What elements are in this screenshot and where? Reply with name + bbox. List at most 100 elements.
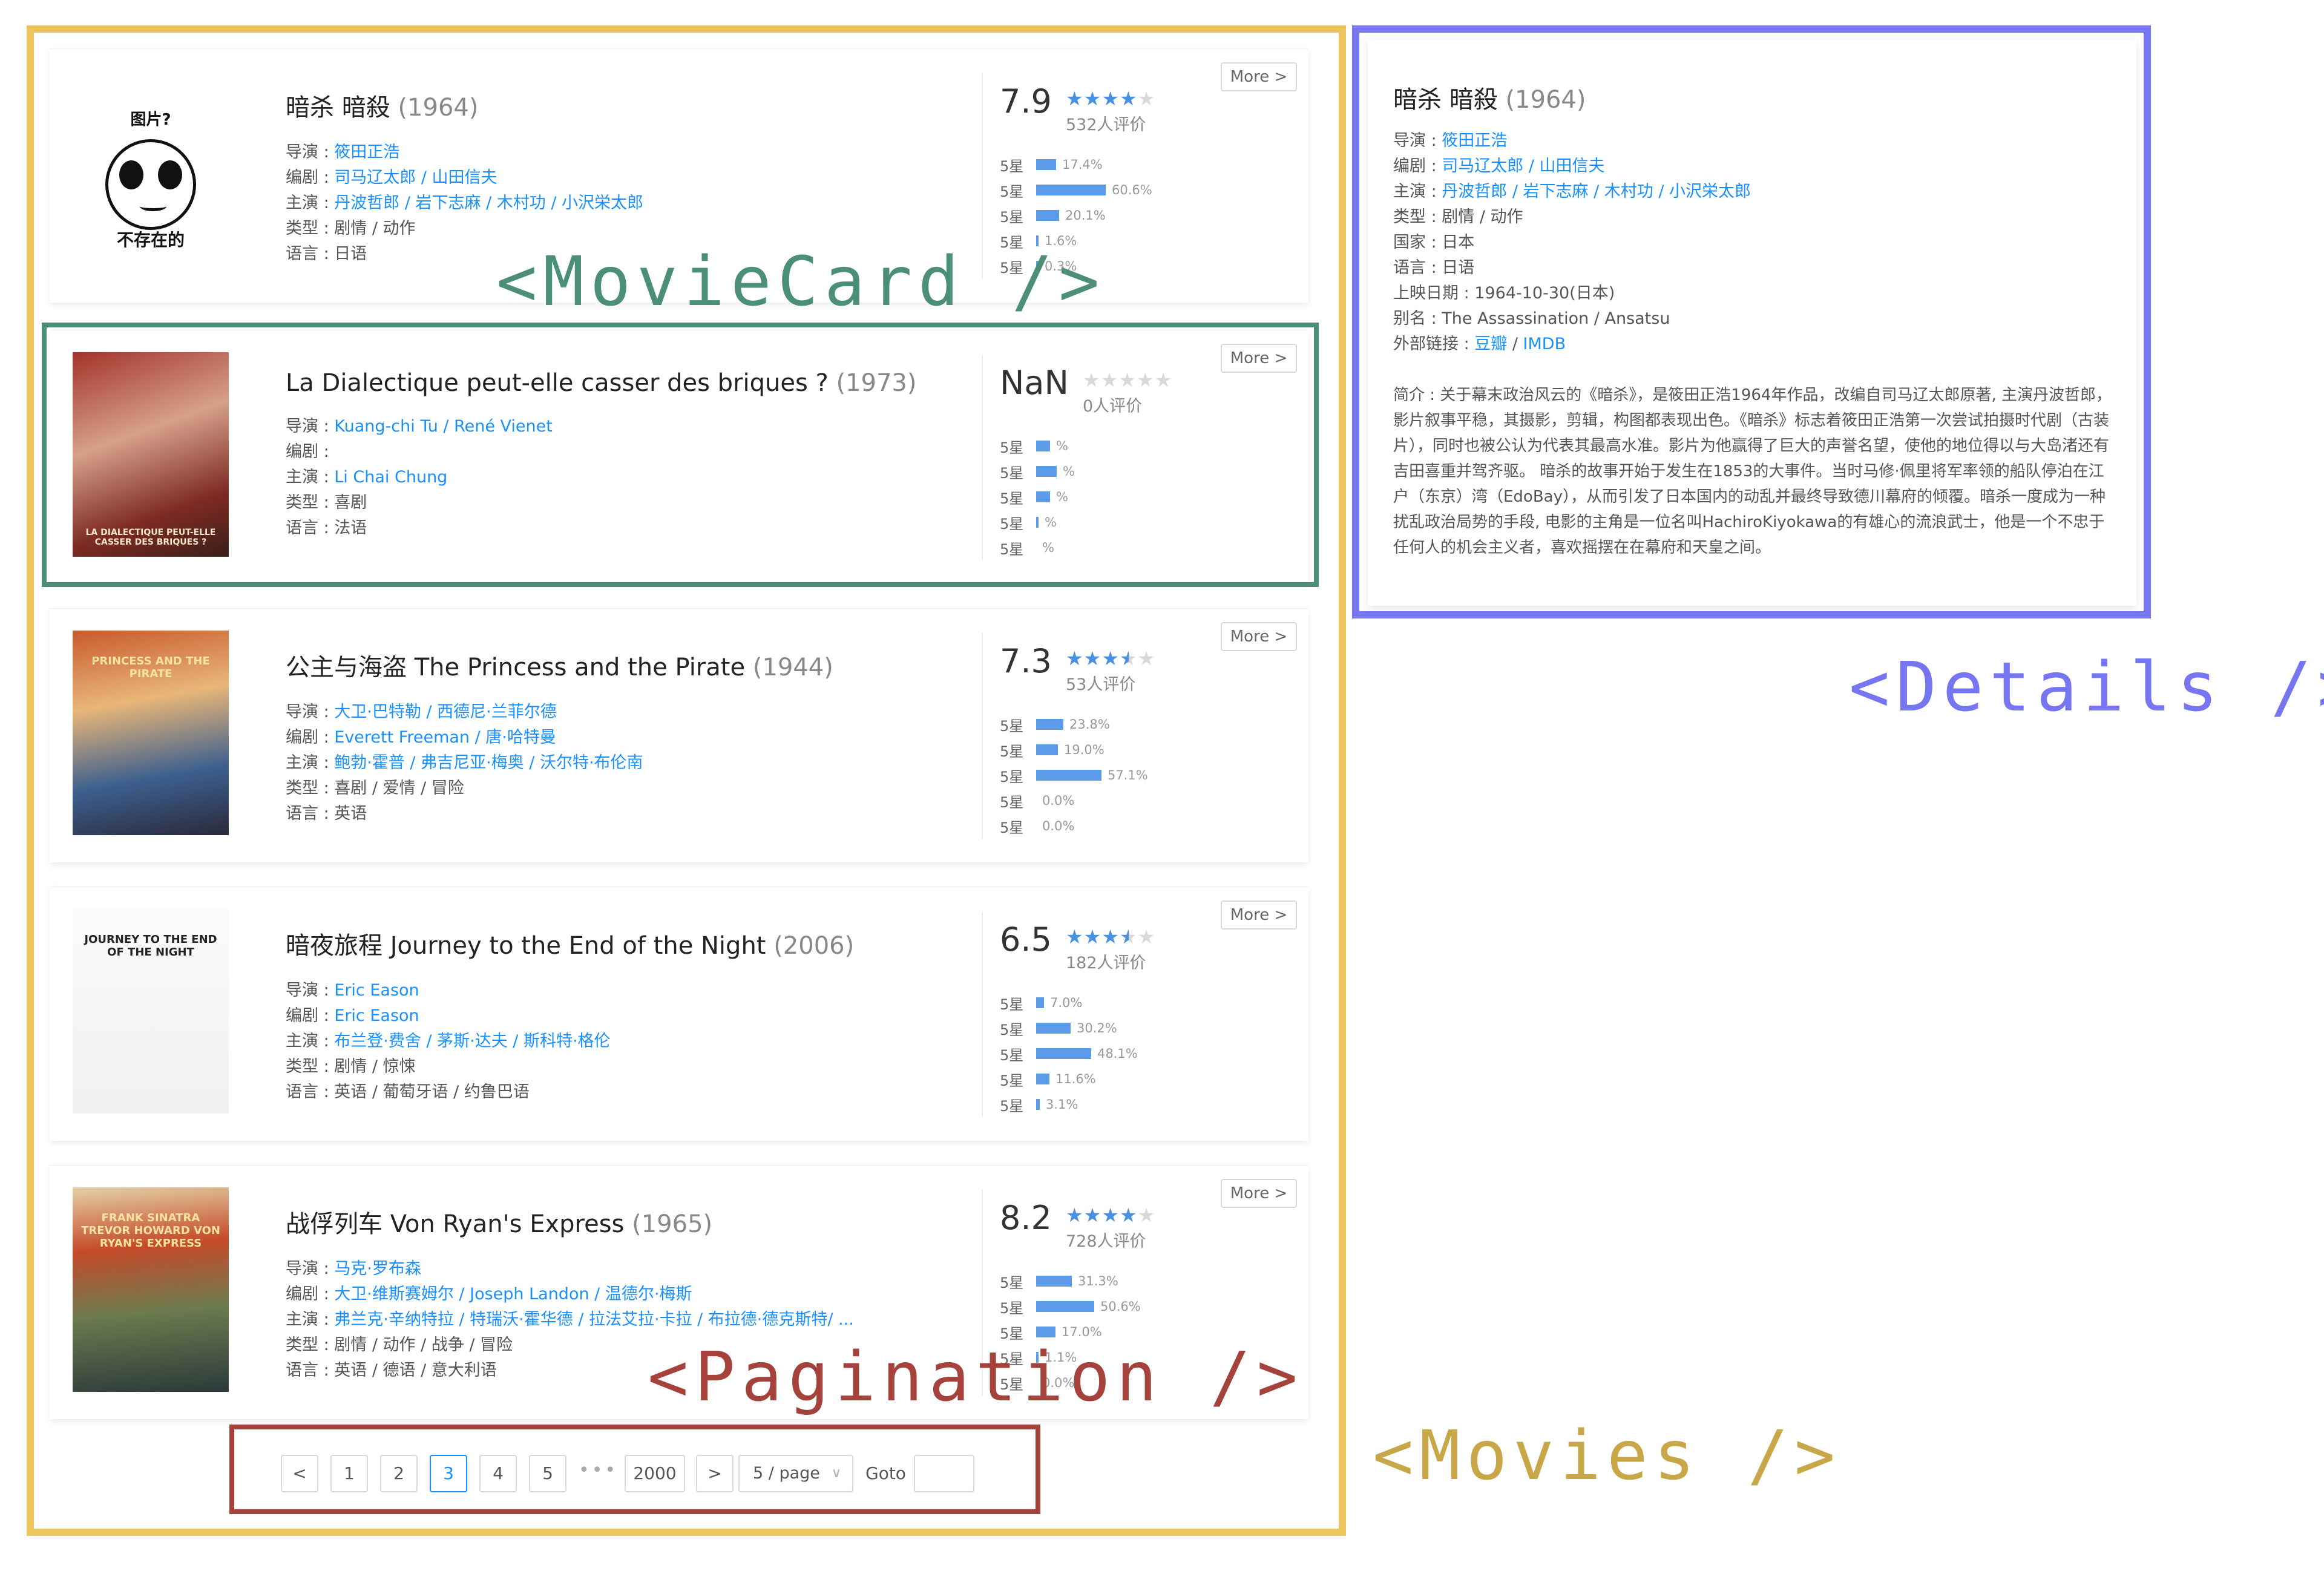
- cast-link[interactable]: 丹波哲郎 / 岩下志麻 / 木村功 / 小沢栄太郎: [334, 194, 643, 212]
- director-link[interactable]: 筱田正浩: [334, 143, 399, 162]
- rating-bar: [1036, 719, 1063, 730]
- writer-label: 编剧 :: [286, 728, 335, 747]
- rating-bar-row: 5星 0.0%: [1000, 788, 1193, 813]
- cast-link[interactable]: 弗兰克·辛纳特拉 / 特瑞沃·霍华德 / 拉法艾拉·卡拉 / 布拉德·德克斯特/…: [334, 1310, 854, 1329]
- writer-link[interactable]: Eric Eason: [334, 1006, 419, 1025]
- rating-percent: 60.6%: [1112, 183, 1152, 197]
- more-button[interactable]: More >: [1221, 622, 1297, 651]
- rating-panel: 6.5 ★★★★★ 182人评价 5星 7.0% 5星 30.2% 5星 48.…: [1000, 920, 1193, 1117]
- star-level-label: 5星: [1000, 717, 1024, 735]
- movie-poster[interactable]: FRANK SINATRA TREVOR HOWARD VON RYAN'S E…: [73, 1187, 229, 1392]
- cast-label: 主演 :: [1393, 182, 1442, 201]
- director-row: 导演 : Eric Eason: [286, 978, 1000, 1003]
- language-label: 语言 :: [286, 1083, 335, 1101]
- language-row: 语言 : 英语: [286, 801, 1000, 827]
- director-link[interactable]: 大卫·巴特勒 / 西德尼·兰菲尔德: [334, 703, 556, 721]
- star-rating-icon: ★★★★★: [1065, 925, 1156, 948]
- cast-link[interactable]: 鲍勃·霍普 / 弗吉尼亚·梅奥 / 沃尔特·布伦南: [334, 753, 643, 772]
- writer-link[interactable]: 司马辽太郎 / 山田信夫: [334, 168, 497, 187]
- details-label: <Details />: [1849, 648, 2324, 727]
- links-label: 外部链接 :: [1393, 335, 1475, 353]
- more-button[interactable]: More >: [1221, 1179, 1297, 1208]
- language-value: 英语 / 葡萄牙语 / 约鲁巴语: [334, 1083, 530, 1101]
- movie-year: (1964): [398, 94, 479, 122]
- details-country: 国家 : 日本: [1393, 233, 1475, 252]
- star-level-label: 5星: [1000, 995, 1024, 1013]
- rating-bar-row: 5星 11.6%: [1000, 1066, 1193, 1092]
- writer-link[interactable]: Everett Freeman / 唐·哈特曼: [334, 728, 556, 747]
- movie-poster[interactable]: JOURNEY TO THE END OF THE NIGHT: [73, 909, 229, 1113]
- language-label: 语言 :: [286, 804, 335, 823]
- rating-percent: 57.1%: [1108, 768, 1148, 782]
- details-panel: 暗杀 暗殺 (1964) 导演 : 筱田正浩 编剧 : 司马辽太郎 / 山田信夫…: [1368, 40, 2136, 606]
- rating-percent: 17.0%: [1062, 1325, 1102, 1339]
- more-button[interactable]: More >: [1221, 62, 1297, 91]
- director-label: 导演 :: [286, 1259, 335, 1278]
- movie-card[interactable]: PRINCESS AND THE PIRATE 公主与海盗 The Prince…: [50, 608, 1308, 862]
- rating-percent: 0.0%: [1042, 793, 1075, 808]
- movie-info: 公主与海盗 The Princess and the Pirate (1944)…: [286, 648, 1000, 827]
- more-button[interactable]: More >: [1221, 900, 1297, 930]
- movie-poster[interactable]: 图片? 不存在的: [73, 71, 229, 275]
- details-title: 暗杀 暗殺 (1964): [1393, 80, 1586, 115]
- stars-block: ★★★★★ 182人评价: [1066, 925, 1155, 973]
- director-label: 导演 :: [286, 981, 335, 1000]
- rating-count: 532人评价: [1065, 116, 1146, 134]
- movie-card-frame: [42, 323, 1319, 587]
- rating-count: 53人评价: [1065, 675, 1136, 694]
- rating-score: 7.3: [1000, 642, 1052, 680]
- rating-percent: 20.1%: [1065, 208, 1106, 223]
- genre-value: 剧情 / 惊悚: [334, 1057, 416, 1076]
- rating-distribution: 5星 7.0% 5星 30.2% 5星 48.1% 5星 11.6% 5星 3.…: [1000, 990, 1193, 1117]
- movie-title[interactable]: 公主与海盗 The Princess and the Pirate (1944): [286, 648, 1000, 683]
- star-level-label: 5星: [1000, 208, 1024, 226]
- director-link[interactable]: Eric Eason: [334, 981, 419, 1000]
- writer-row: 编剧 : Everett Freeman / 唐·哈特曼: [286, 725, 1000, 750]
- imdb-link[interactable]: IMDB: [1523, 335, 1566, 353]
- movie-info: 暗夜旅程 Journey to the End of the Night (20…: [286, 926, 1000, 1105]
- rating-score: 7.9: [1000, 82, 1052, 120]
- cast-link[interactable]: 布兰登·费舍 / 茅斯·达夫 / 斯科特·格伦: [334, 1032, 610, 1051]
- rating-bar-row: 5星 23.8%: [1000, 712, 1193, 737]
- rating-count: 182人评价: [1065, 954, 1146, 972]
- details-language: 语言 : 日语: [1393, 258, 1475, 277]
- movie-poster[interactable]: PRINCESS AND THE PIRATE: [73, 631, 229, 835]
- details-writer-link[interactable]: 司马辽太郎 / 山田信夫: [1442, 157, 1604, 175]
- rating-bar-row: 5星 0.0%: [1000, 813, 1193, 839]
- movie-year: (1944): [752, 654, 833, 681]
- rating-bar: [1036, 1023, 1071, 1034]
- movie-meta: 导演 : Eric Eason 编剧 : Eric Eason 主演 : 布兰登…: [286, 978, 1000, 1105]
- pagination-label: <Pagination />: [648, 1338, 1304, 1417]
- genre-value: 剧情 / 动作 / 战争 / 冒险: [334, 1336, 513, 1354]
- movie-title-text: 公主与海盗 The Princess and the Pirate: [286, 654, 746, 681]
- poster-caption-top: JOURNEY TO THE END OF THE NIGHT: [84, 933, 217, 959]
- director-label: 导演 :: [1393, 131, 1442, 150]
- rating-percent: 30.2%: [1077, 1021, 1117, 1035]
- rating-bar-row: 5星 60.6%: [1000, 177, 1193, 203]
- star-level-label: 5星: [1000, 819, 1024, 836]
- movie-card[interactable]: JOURNEY TO THE END OF THE NIGHT 暗夜旅程 Jou…: [50, 887, 1308, 1141]
- details-summary: 简介 : 关于幕末政治风云的《暗杀》，是筱田正浩1964年作品，改编自司马辽太郎…: [1393, 386, 2112, 557]
- movie-title[interactable]: 暗夜旅程 Journey to the End of the Night (20…: [286, 926, 1000, 961]
- director-link[interactable]: 马克·罗布森: [334, 1259, 421, 1278]
- writer-label: 编剧 :: [286, 1006, 335, 1025]
- star-level-label: 5星: [1000, 1097, 1024, 1115]
- douban-link[interactable]: 豆瓣: [1474, 335, 1507, 353]
- poster-caption-bottom: 不存在的: [116, 230, 185, 250]
- details-meta: 导演 : 筱田正浩 编剧 : 司马辽太郎 / 山田信夫 主演 : 丹波哲郎 / …: [1393, 128, 1751, 357]
- cast-row: 主演 : 布兰登·费舍 / 茅斯·达夫 / 斯科特·格伦: [286, 1029, 1000, 1054]
- movie-title[interactable]: 暗杀 暗殺 (1964): [286, 88, 1000, 123]
- movie-title[interactable]: 战俘列车 Von Ryan's Express (1965): [286, 1204, 1000, 1239]
- rating-bar-row: 5星 19.0%: [1000, 737, 1193, 763]
- card-divider: [982, 633, 983, 839]
- rating-bar: [1036, 997, 1044, 1008]
- language-value: 英语: [334, 804, 367, 823]
- moviecard-label: <MovieCard />: [496, 243, 1106, 321]
- star-rating-icon: ★★★★★: [1065, 87, 1156, 110]
- details-links-row: 外部链接 : 豆瓣 / IMDB: [1393, 332, 1751, 357]
- movie-year: (1965): [632, 1210, 713, 1238]
- details-cast-link[interactable]: 丹波哲郎 / 岩下志麻 / 木村功 / 小沢栄太郎: [1442, 182, 1751, 201]
- writer-link[interactable]: 大卫·维斯赛姆尔 / Joseph Landon / 温德尔·梅斯: [334, 1285, 692, 1304]
- details-director-link[interactable]: 筱田正浩: [1442, 131, 1507, 150]
- movie-title-text: 暗杀 暗殺: [286, 94, 390, 122]
